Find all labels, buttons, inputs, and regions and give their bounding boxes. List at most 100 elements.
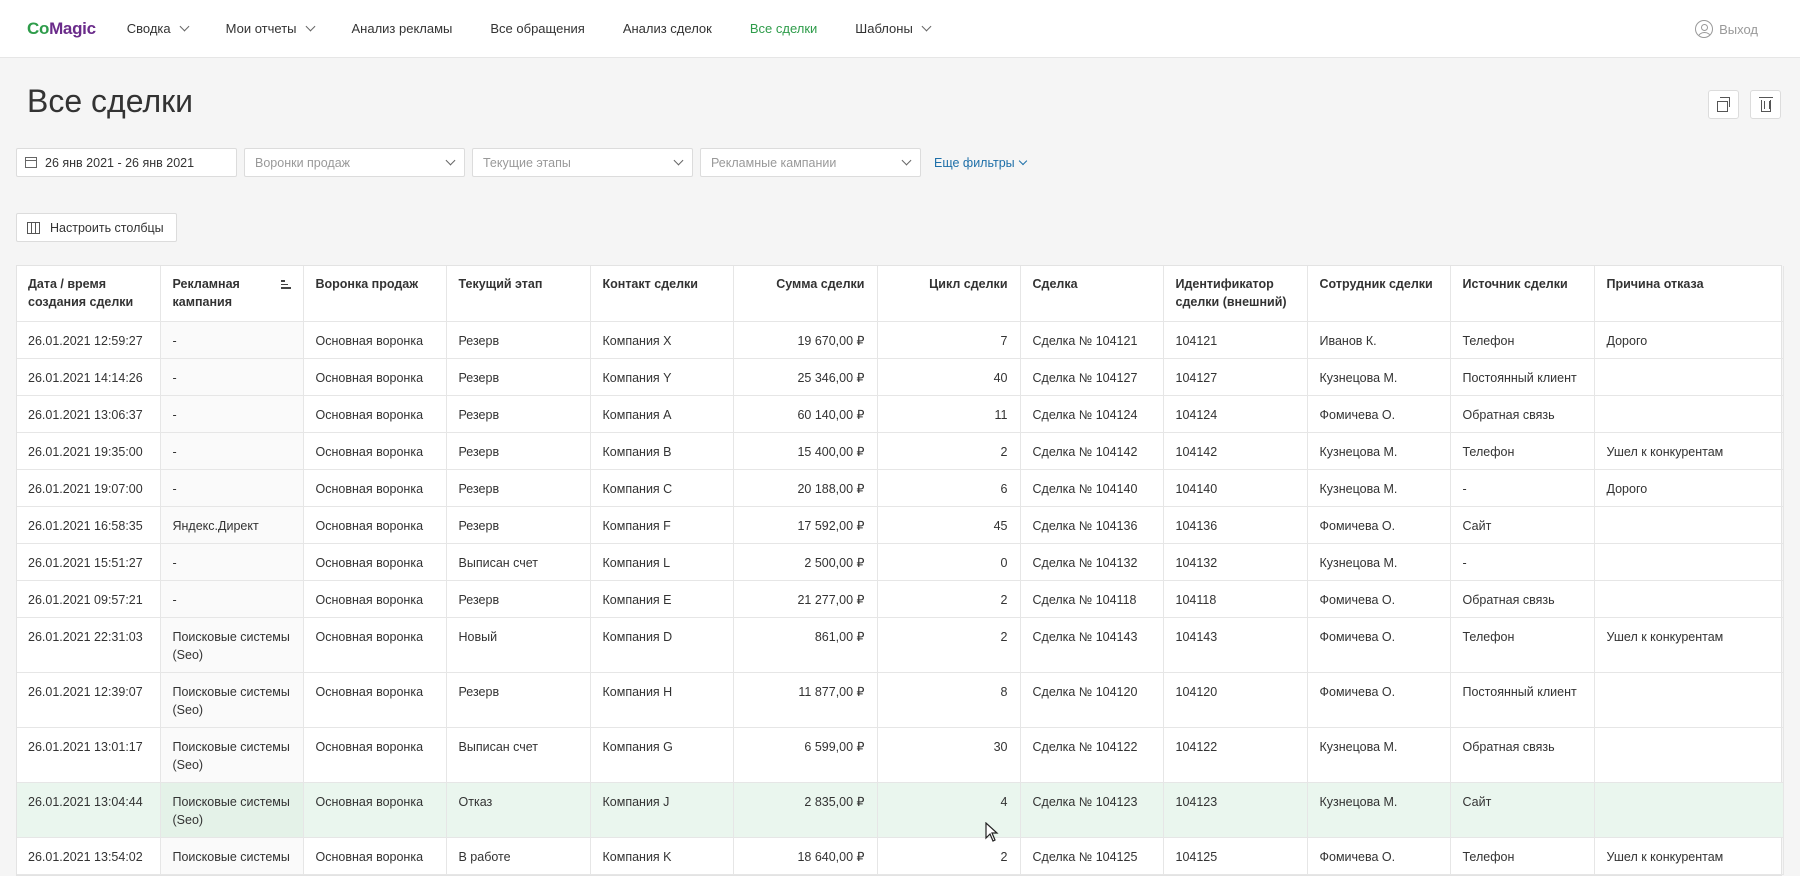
table-cell: 26.01.2021 16:58:35: [17, 506, 161, 544]
table-cell: -: [160, 469, 304, 507]
table-cell: -: [160, 580, 304, 618]
table-cell: [1594, 506, 1784, 544]
nav-item-deal-analysis[interactable]: Анализ сделок: [623, 21, 712, 36]
table-cell: 45: [877, 506, 1021, 544]
table-cell: Фомичева О.: [1307, 580, 1451, 618]
table-row[interactable]: 26.01.2021 22:31:03 Поисковые системы (Se…: [17, 617, 1784, 673]
column-header[interactable]: Рекламная кампания: [160, 266, 304, 322]
nav-item-all-deals[interactable]: Все сделки: [750, 21, 817, 36]
date-range-picker[interactable]: 26 янв 2021 - 26 янв 2021: [16, 148, 237, 177]
table-cell: 0: [877, 543, 1021, 581]
column-header[interactable]: Цикл сделки: [877, 266, 1021, 322]
table-cell: Компания K: [590, 837, 734, 875]
table-row[interactable]: 26.01.2021 19:35:00- Основная воронка Резе…: [17, 432, 1784, 470]
more-filters-link[interactable]: Еще фильтры: [934, 156, 1027, 170]
column-header[interactable]: Сумма сделки: [733, 266, 878, 322]
table-cell: [1594, 543, 1784, 581]
column-header[interactable]: Воронка продаж: [303, 266, 447, 322]
table-cell: Фомичева О.: [1307, 506, 1451, 544]
table-cell: 104118: [1163, 580, 1308, 618]
table-cell: -: [160, 321, 304, 359]
table-cell: Сайт: [1450, 506, 1595, 544]
table-cell: 104140: [1163, 469, 1308, 507]
campaigns-select[interactable]: Рекламные кампании: [700, 148, 921, 177]
logout-button[interactable]: Выход: [1695, 0, 1758, 58]
table-cell: Кузнецова М.: [1307, 358, 1451, 396]
table-cell: Сделка № 104120: [1020, 672, 1164, 728]
logo[interactable]: CoMagic: [27, 19, 96, 39]
column-header[interactable]: Источник сделки: [1450, 266, 1595, 322]
nav-item-my-reports[interactable]: Мои отчеты: [226, 21, 315, 36]
table-row[interactable]: 26.01.2021 12:59:27- Основная воронка Резе…: [17, 321, 1784, 359]
stages-select[interactable]: Текущие этапы: [472, 148, 693, 177]
table-cell: Обратная связь: [1450, 395, 1595, 433]
table-cell: Компания G: [590, 727, 734, 783]
sort-icon[interactable]: [280, 280, 291, 289]
column-header[interactable]: Причина отказа: [1594, 266, 1784, 322]
table-cell: 8: [877, 672, 1021, 728]
nav-item-all-requests[interactable]: Все обращения: [490, 21, 584, 36]
table-cell: Постоянный клиент: [1450, 358, 1595, 396]
chevron-down-icon: [445, 155, 456, 166]
funnel-select[interactable]: Воронки продаж: [244, 148, 465, 177]
table-cell: 26.01.2021 13:01:17: [17, 727, 161, 783]
table-cell: -: [1450, 469, 1595, 507]
table-row[interactable]: 26.01.2021 09:57:21- Основная воронка Резе…: [17, 580, 1784, 618]
table-cell: Резерв: [446, 358, 591, 396]
table-cell: Основная воронка: [303, 358, 447, 396]
table-cell: 40: [877, 358, 1021, 396]
column-header[interactable]: Идентификатор сделки (внешний): [1163, 266, 1308, 322]
table-cell: Дорого: [1594, 321, 1784, 359]
table-cell: Поисковые системы: [160, 837, 304, 875]
table-row[interactable]: 26.01.2021 13:06:37- Основная воронка Резе…: [17, 395, 1784, 433]
table-cell: 104125: [1163, 837, 1308, 875]
table-cell: Основная воронка: [303, 837, 447, 875]
table-cell: Сделка № 104143: [1020, 617, 1164, 673]
table-cell: 2: [877, 432, 1021, 470]
chevron-down-icon: [179, 21, 190, 32]
column-header[interactable]: Контакт сделки: [590, 266, 734, 322]
column-header[interactable]: Дата / время создания сделки: [17, 266, 161, 322]
column-header[interactable]: Текущий этап: [446, 266, 591, 322]
nav-item-templates[interactable]: Шаблоны: [855, 21, 932, 36]
table-cell: Компания X: [590, 321, 734, 359]
user-icon: [1695, 20, 1714, 38]
table-cell: Компания L: [590, 543, 734, 581]
table-cell: -: [160, 432, 304, 470]
copy-button[interactable]: [1708, 90, 1739, 119]
nav-item-ad-analysis[interactable]: Анализ рекламы: [352, 21, 453, 36]
table-row[interactable]: 26.01.2021 15:51:27- Основная воронка Выпи…: [17, 543, 1784, 581]
table-cell: Сделка № 104140: [1020, 469, 1164, 507]
table-cell: -: [1450, 543, 1595, 581]
configure-columns-button[interactable]: Настроить столбцы: [16, 213, 177, 242]
table-cell: Компания J: [590, 782, 734, 838]
table-cell: Поисковые системы (Seo): [160, 672, 304, 728]
table-cell: Компания D: [590, 617, 734, 673]
table-cell: Кузнецова М.: [1307, 469, 1451, 507]
nav-item-summary[interactable]: Сводка: [127, 21, 190, 36]
table-row[interactable]: 26.01.2021 19:07:00- Основная воронка Резе…: [17, 469, 1784, 507]
column-header[interactable]: Сделка: [1020, 266, 1164, 322]
table-row[interactable]: 26.01.2021 13:04:44 Поисковые системы (Se…: [17, 782, 1784, 838]
delete-button[interactable]: [1750, 90, 1781, 119]
table-cell: Сделка № 104132: [1020, 543, 1164, 581]
table-cell: Сайт: [1450, 782, 1595, 838]
table-cell: Постоянный клиент: [1450, 672, 1595, 728]
copy-icon: [1716, 96, 1730, 112]
table-cell: 104120: [1163, 672, 1308, 728]
table-cell: Резерв: [446, 432, 591, 470]
table-row[interactable]: 26.01.2021 12:39:07 Поисковые системы (Se…: [17, 672, 1784, 728]
table-cell: 104123: [1163, 782, 1308, 838]
table-row[interactable]: 26.01.2021 13:54:02 Поисковые системы Осно…: [17, 837, 1784, 875]
table-cell: Сделка № 104127: [1020, 358, 1164, 396]
table-header-row: Дата / время создания сделки Рекламная к…: [17, 266, 1784, 322]
table-row[interactable]: 26.01.2021 16:58:35 Яндекс.Директ Основная…: [17, 506, 1784, 544]
table-cell: Сделка № 104125: [1020, 837, 1164, 875]
deals-table: Дата / время создания сделки Рекламная к…: [16, 265, 1784, 876]
table-row[interactable]: 26.01.2021 13:01:17 Поисковые системы (Se…: [17, 727, 1784, 783]
table-row[interactable]: 26.01.2021 14:14:26- Основная воронка Резе…: [17, 358, 1784, 396]
column-header[interactable]: Сотрудник сделки: [1307, 266, 1451, 322]
table-cell: Основная воронка: [303, 395, 447, 433]
table-cell: Новый: [446, 617, 591, 673]
page-title: Все сделки: [27, 83, 193, 119]
